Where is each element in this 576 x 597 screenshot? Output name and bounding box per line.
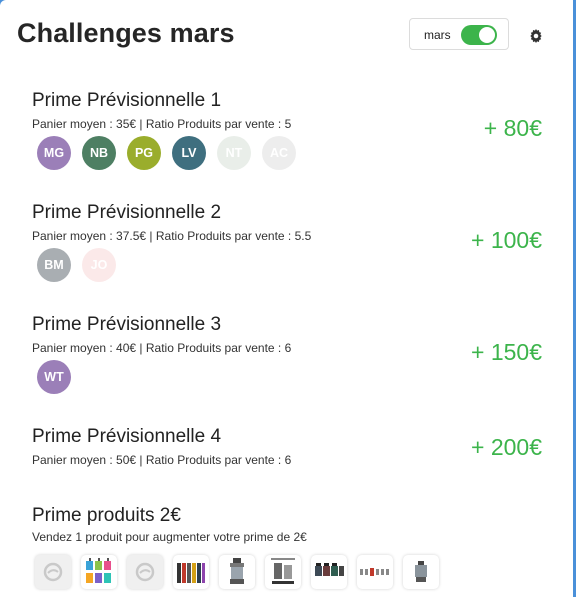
avatar[interactable]: PG — [127, 136, 161, 170]
product-coil-pack-image[interactable] — [357, 555, 393, 589]
challenge-amount: + 80€ — [483, 115, 542, 141]
gear-icon[interactable] — [529, 29, 543, 43]
challenge-item: Prime Prévisionnelle 2 Panier moyen : 37… — [32, 202, 547, 292]
product-single-tank-image[interactable] — [403, 555, 439, 589]
product-placeholder-icon[interactable] — [127, 555, 163, 589]
challenge-item: Prime Prévisionnelle 4 Panier moyen : 50… — [32, 426, 547, 476]
avatar[interactable]: BM — [37, 248, 71, 282]
month-toggle[interactable]: mars — [409, 18, 509, 50]
avatar[interactable]: JO — [82, 248, 116, 282]
avatar[interactable]: WT — [37, 360, 71, 394]
avatar[interactable]: AC — [262, 136, 296, 170]
challenge-name: Prime Prévisionnelle 3 — [32, 314, 222, 335]
challenge-description: Vendez 1 produit pour augmenter votre pr… — [32, 530, 307, 544]
product-boxed-tank-image[interactable] — [265, 555, 301, 589]
avatar[interactable]: MG — [37, 136, 71, 170]
challenge-item: Prime Prévisionnelle 3 Panier moyen : 40… — [32, 314, 547, 404]
challenge-description: Panier moyen : 35€ | Ratio Produits par … — [32, 117, 292, 131]
challenge-item: Prime Prévisionnelle 1 Panier moyen : 35… — [32, 90, 547, 180]
challenge-name: Prime Prévisionnelle 2 — [32, 202, 222, 223]
avatar[interactable]: LV — [172, 136, 206, 170]
challenge-amount: + 200€ — [471, 434, 542, 460]
product-placeholder-icon[interactable] — [35, 555, 71, 589]
product-tank-image[interactable] — [219, 555, 255, 589]
challenge-amount: + 100€ — [471, 227, 542, 253]
avatar[interactable]: NT — [217, 136, 251, 170]
month-label: mars — [424, 28, 451, 42]
challenge-name: Prime produits 2€ — [32, 505, 181, 526]
challenge-description: Panier moyen : 40€ | Ratio Produits par … — [32, 341, 292, 355]
products-challenge: Prime produits 2€ Vendez 1 produit pour … — [32, 505, 547, 550]
challenge-amount: + 150€ — [471, 339, 542, 365]
challenge-name: Prime Prévisionnelle 4 — [32, 426, 222, 447]
avatar[interactable]: NB — [82, 136, 116, 170]
product-colorful-kits-image[interactable] — [81, 555, 117, 589]
challenge-description: Panier moyen : 50€ | Ratio Produits par … — [32, 453, 292, 467]
month-switch[interactable] — [461, 25, 497, 45]
switch-knob — [479, 27, 495, 43]
product-batteries-image[interactable] — [173, 555, 209, 589]
challenges-panel: Challenges mars mars Prime Prévisionnell… — [0, 0, 573, 597]
page-title: Challenges mars — [17, 18, 235, 48]
challenge-name: Prime Prévisionnelle 1 — [32, 90, 222, 111]
challenge-description: Panier moyen : 37.5€ | Ratio Produits pa… — [32, 229, 312, 243]
product-mini-tanks-image[interactable] — [311, 555, 347, 589]
